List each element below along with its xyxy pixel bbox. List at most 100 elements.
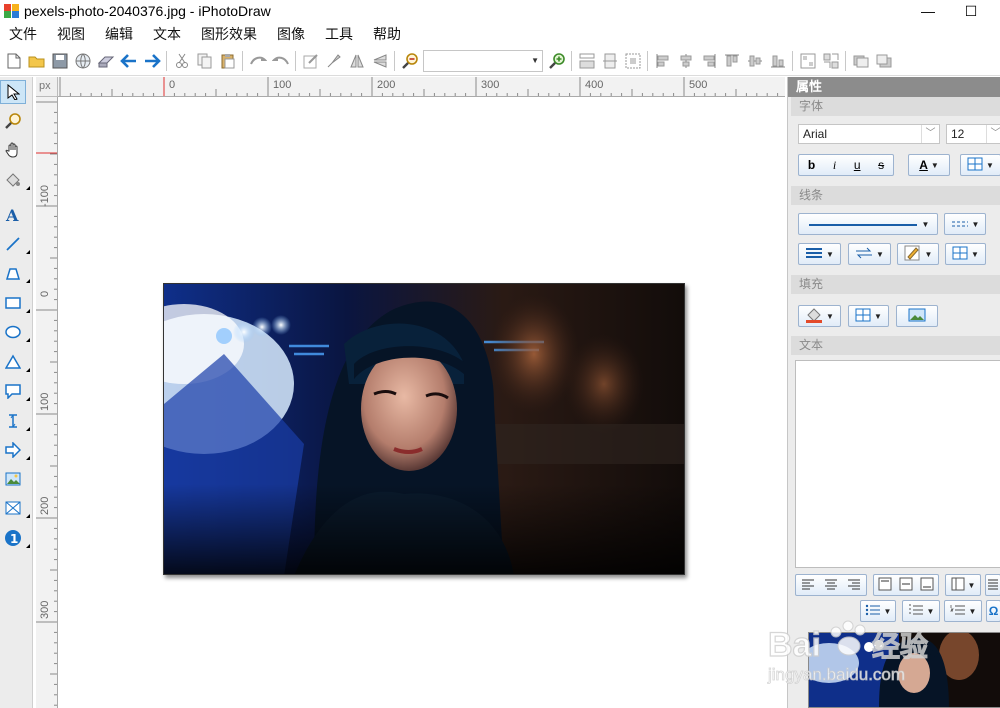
grid-icon	[952, 246, 968, 263]
hand-tool-icon[interactable]	[0, 138, 26, 162]
indent-list-button[interactable]: ▼	[902, 600, 940, 622]
callout-tool-icon[interactable]	[0, 379, 30, 403]
v-ruler-label: 200	[39, 496, 51, 515]
menu-help[interactable]: 帮助	[366, 22, 414, 46]
bring-front-icon[interactable]	[850, 50, 872, 72]
underline-button[interactable]: u	[854, 158, 861, 172]
fit-page-icon[interactable]	[576, 50, 598, 72]
send-back-icon[interactable]	[873, 50, 895, 72]
flip-horizontal-icon[interactable]	[346, 50, 368, 72]
flip-vertical-icon[interactable]	[369, 50, 391, 72]
image-tool-icon[interactable]	[0, 467, 26, 491]
bullet-list-button[interactable]: ▼	[860, 600, 896, 622]
mosaic-tool-icon[interactable]	[0, 496, 30, 520]
minimize-button[interactable]: —	[905, 0, 951, 22]
special-char-button[interactable]: Ω	[986, 600, 1000, 622]
menu-view[interactable]: 视图	[50, 22, 98, 46]
line-tool-icon[interactable]	[0, 232, 30, 256]
bold-button[interactable]: b	[808, 158, 815, 172]
drawing-canvas[interactable]	[59, 97, 786, 708]
triangle-tool-icon[interactable]	[0, 350, 30, 374]
ungroup-icon[interactable]	[820, 50, 842, 72]
text-align-right-icon[interactable]	[847, 578, 861, 593]
align-bottom-icon[interactable]	[767, 50, 789, 72]
undo-shape-icon[interactable]	[247, 50, 269, 72]
group-icon[interactable]	[797, 50, 819, 72]
arrow-shape-tool-icon[interactable]	[0, 438, 30, 462]
text-frame-button[interactable]: ▼	[945, 574, 981, 596]
preview-thumbnail[interactable]	[808, 632, 1000, 708]
menu-image[interactable]: 图像	[270, 22, 318, 46]
justify-icon	[988, 578, 998, 593]
menu-text[interactable]: 文本	[146, 22, 194, 46]
arrow-style-button[interactable]: ▼	[848, 243, 891, 265]
save-icon[interactable]	[49, 50, 71, 72]
open-folder-icon[interactable]	[26, 50, 48, 72]
back-arrow-icon[interactable]	[118, 50, 140, 72]
edit-icon[interactable]	[300, 50, 322, 72]
brush-icon[interactable]	[323, 50, 345, 72]
tool-palette: A 1	[0, 77, 33, 708]
dimension-tool-icon[interactable]	[0, 409, 30, 433]
font-color-button[interactable]: A ▼	[908, 154, 950, 176]
numbered-list-button[interactable]: ▼	[944, 600, 982, 622]
menu-shape-effects[interactable]: 图形效果	[194, 22, 270, 46]
copy-icon[interactable]	[194, 50, 216, 72]
h-ruler-label: 0	[169, 79, 176, 91]
line-color-button[interactable]: ▼	[897, 243, 939, 265]
polygon-tool-icon[interactable]	[0, 261, 30, 285]
justify-button[interactable]	[985, 574, 1000, 596]
align-left-icon[interactable]	[652, 50, 674, 72]
chevron-down-icon: ▼	[967, 580, 976, 590]
font-family-select[interactable]: Arial ﹀	[798, 124, 940, 144]
text-border-button[interactable]: ▼	[960, 154, 1000, 176]
align-center-icon[interactable]	[675, 50, 697, 72]
align-middle-icon[interactable]	[744, 50, 766, 72]
line-weight-button[interactable]: ▼	[798, 243, 841, 265]
line-grid-button[interactable]: ▼	[945, 243, 986, 265]
forward-arrow-icon[interactable]	[141, 50, 163, 72]
globe-icon[interactable]	[72, 50, 94, 72]
zoom-tool-icon[interactable]	[0, 109, 26, 133]
scan-icon[interactable]	[95, 50, 117, 72]
fit-width-icon[interactable]	[599, 50, 621, 72]
fill-color-button[interactable]: ▼	[798, 305, 841, 327]
valign-middle-icon[interactable]	[899, 577, 913, 594]
cut-icon[interactable]	[171, 50, 193, 72]
redo-shape-icon[interactable]	[270, 50, 292, 72]
zoom-out-icon[interactable]	[399, 50, 421, 72]
paste-icon[interactable]	[217, 50, 239, 72]
new-file-icon[interactable]	[3, 50, 25, 72]
italic-button[interactable]: i	[833, 158, 836, 173]
text-input-area[interactable]	[795, 360, 1000, 568]
align-top-icon[interactable]	[721, 50, 743, 72]
fill-pattern-button[interactable]: ▼	[848, 305, 889, 327]
chevron-down-icon: ▼	[826, 249, 834, 259]
menu-file[interactable]: 文件	[2, 22, 50, 46]
line-style-select[interactable]: ▼	[798, 213, 938, 235]
chevron-down-icon: ▼	[826, 311, 834, 321]
maximize-button[interactable]: ☐	[948, 0, 994, 22]
text-align-left-icon[interactable]	[801, 578, 815, 593]
text-tool-icon[interactable]: A	[0, 203, 26, 227]
fit-window-icon[interactable]	[622, 50, 644, 72]
align-right-icon[interactable]	[698, 50, 720, 72]
number-marker-tool-icon[interactable]: 1	[0, 526, 30, 550]
dash-style-button[interactable]: ▼	[944, 213, 986, 235]
menu-tools[interactable]: 工具	[318, 22, 366, 46]
arrows-icon	[855, 247, 873, 262]
strikethrough-button[interactable]: s	[878, 158, 884, 172]
menu-edit[interactable]: 编辑	[98, 22, 146, 46]
zoom-combo[interactable]: ▼	[423, 49, 543, 72]
fill-bucket-tool-icon[interactable]	[0, 168, 30, 192]
valign-bottom-icon[interactable]	[920, 577, 934, 594]
zoom-in-icon[interactable]	[546, 50, 568, 72]
pointer-icon[interactable]	[0, 80, 26, 104]
text-align-center-icon[interactable]	[824, 578, 838, 593]
rectangle-tool-icon[interactable]	[0, 291, 30, 315]
font-size-select[interactable]: 12 ﹀	[946, 124, 1000, 144]
fill-image-button[interactable]	[896, 305, 938, 327]
photo-image[interactable]	[163, 283, 685, 575]
ellipse-tool-icon[interactable]	[0, 320, 30, 344]
valign-top-icon[interactable]	[878, 577, 892, 594]
